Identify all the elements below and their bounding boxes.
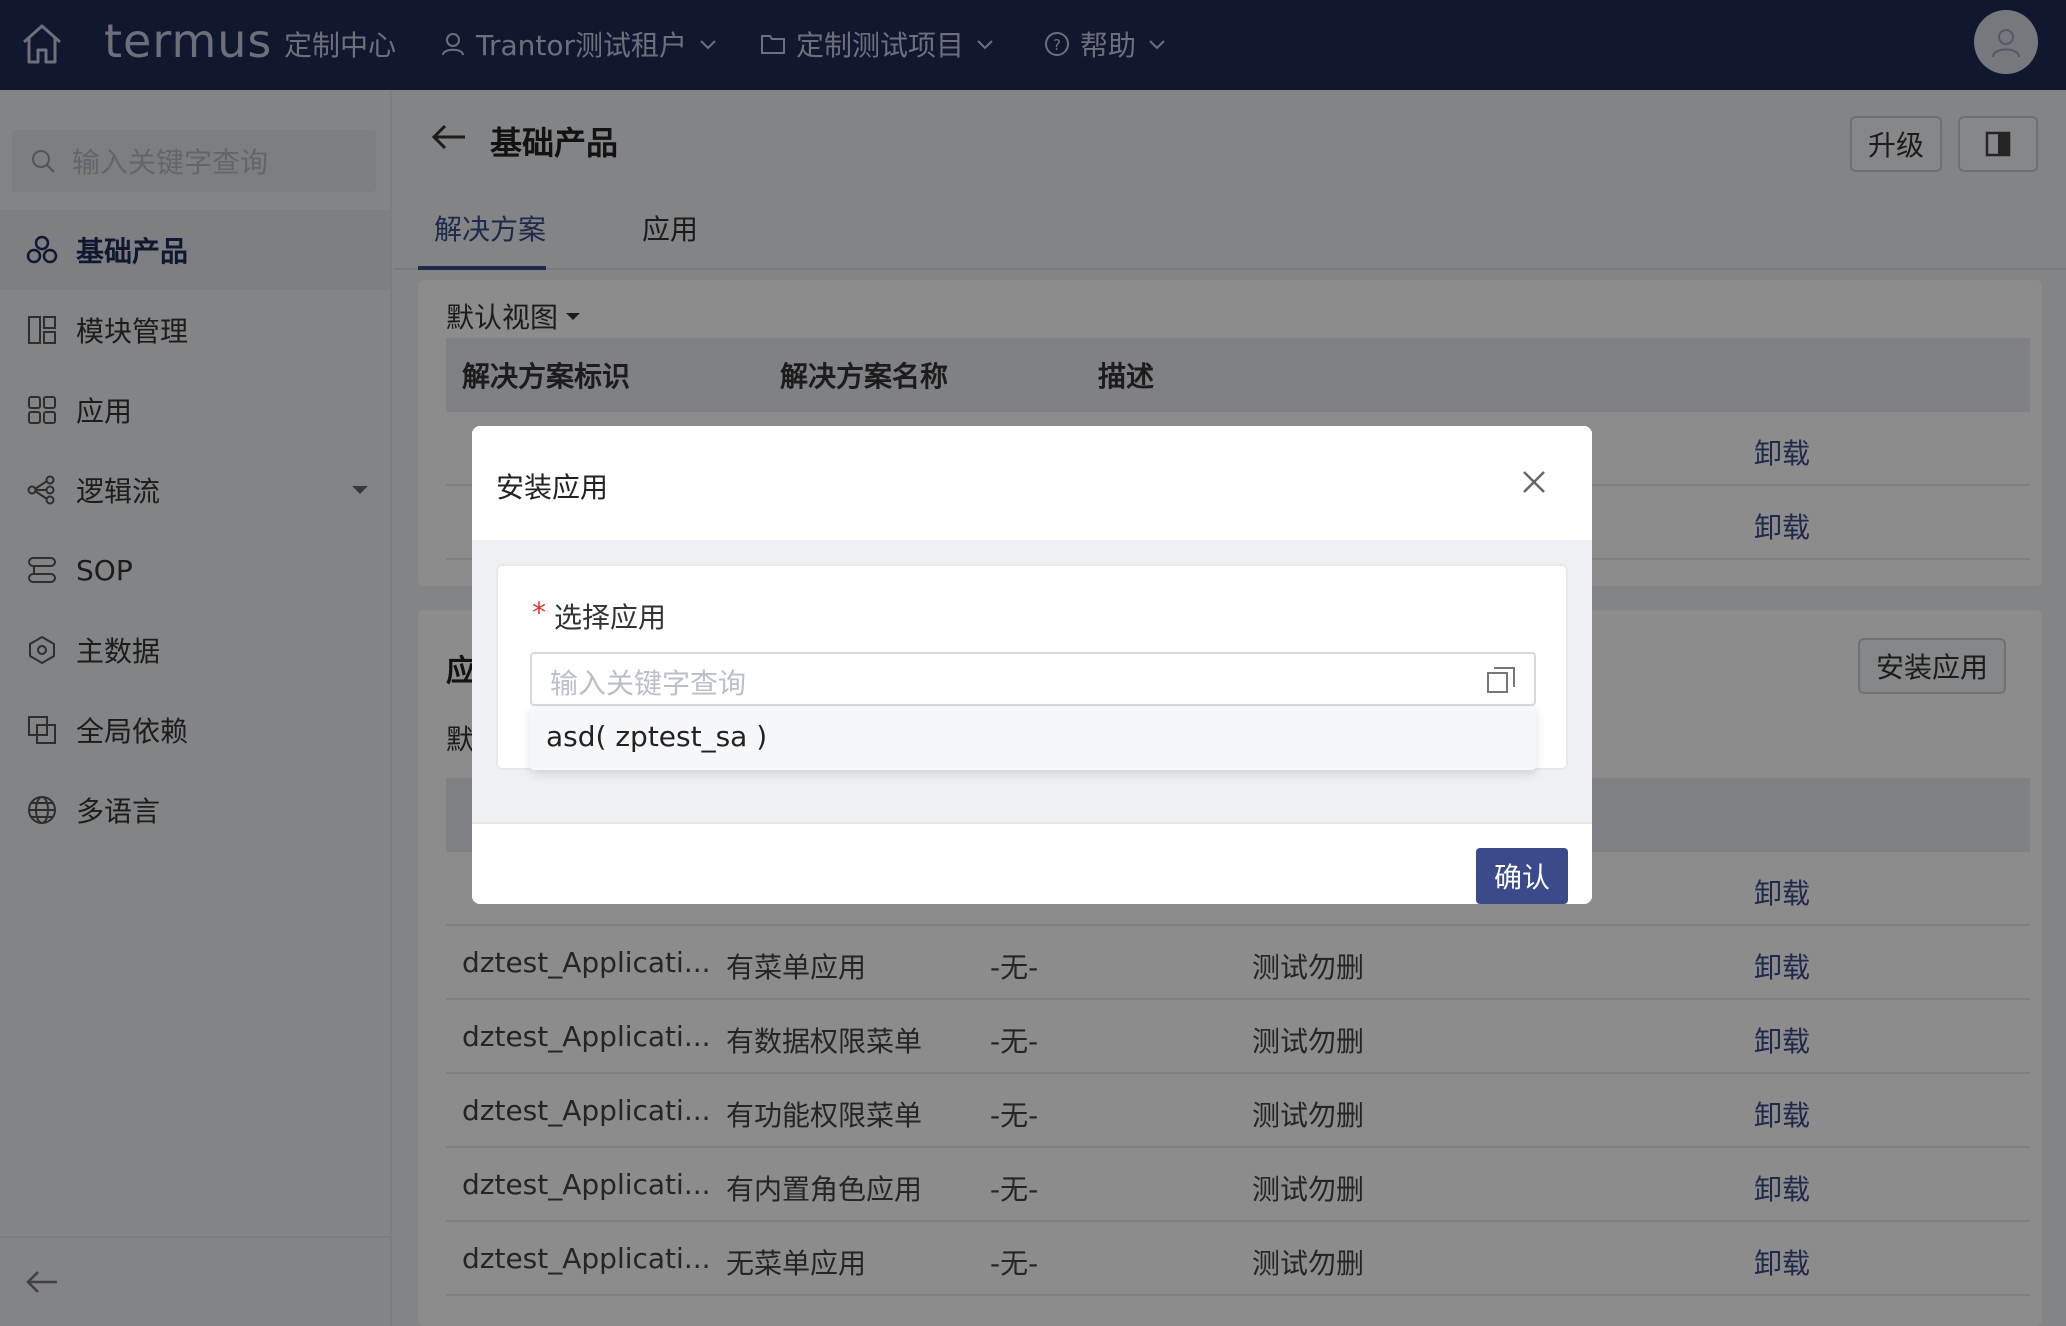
- modal-header: 安装应用: [472, 426, 1592, 540]
- copy-select-icon[interactable]: [1486, 666, 1516, 694]
- install-app-modal: 安装应用 * 选择应用 输入关键字查询 asd( zptest_sa ) 确认: [472, 426, 1592, 904]
- required-mark: *: [532, 596, 546, 629]
- modal-body: * 选择应用 输入关键字查询 asd( zptest_sa ): [472, 540, 1592, 822]
- app-option-list: asd( zptest_sa ): [530, 706, 1536, 770]
- modal-footer: 确认: [472, 822, 1592, 904]
- modal-title: 安装应用: [496, 471, 609, 504]
- confirm-button[interactable]: 确认: [1476, 848, 1568, 904]
- app-option[interactable]: asd( zptest_sa ): [546, 720, 767, 753]
- app-search-placeholder: 输入关键字查询: [550, 667, 747, 700]
- app-search-input[interactable]: 输入关键字查询: [530, 652, 1536, 706]
- select-app-label: 选择应用: [554, 601, 667, 634]
- close-icon[interactable]: [1520, 468, 1548, 496]
- form-card: * 选择应用 输入关键字查询 asd( zptest_sa ): [496, 564, 1568, 770]
